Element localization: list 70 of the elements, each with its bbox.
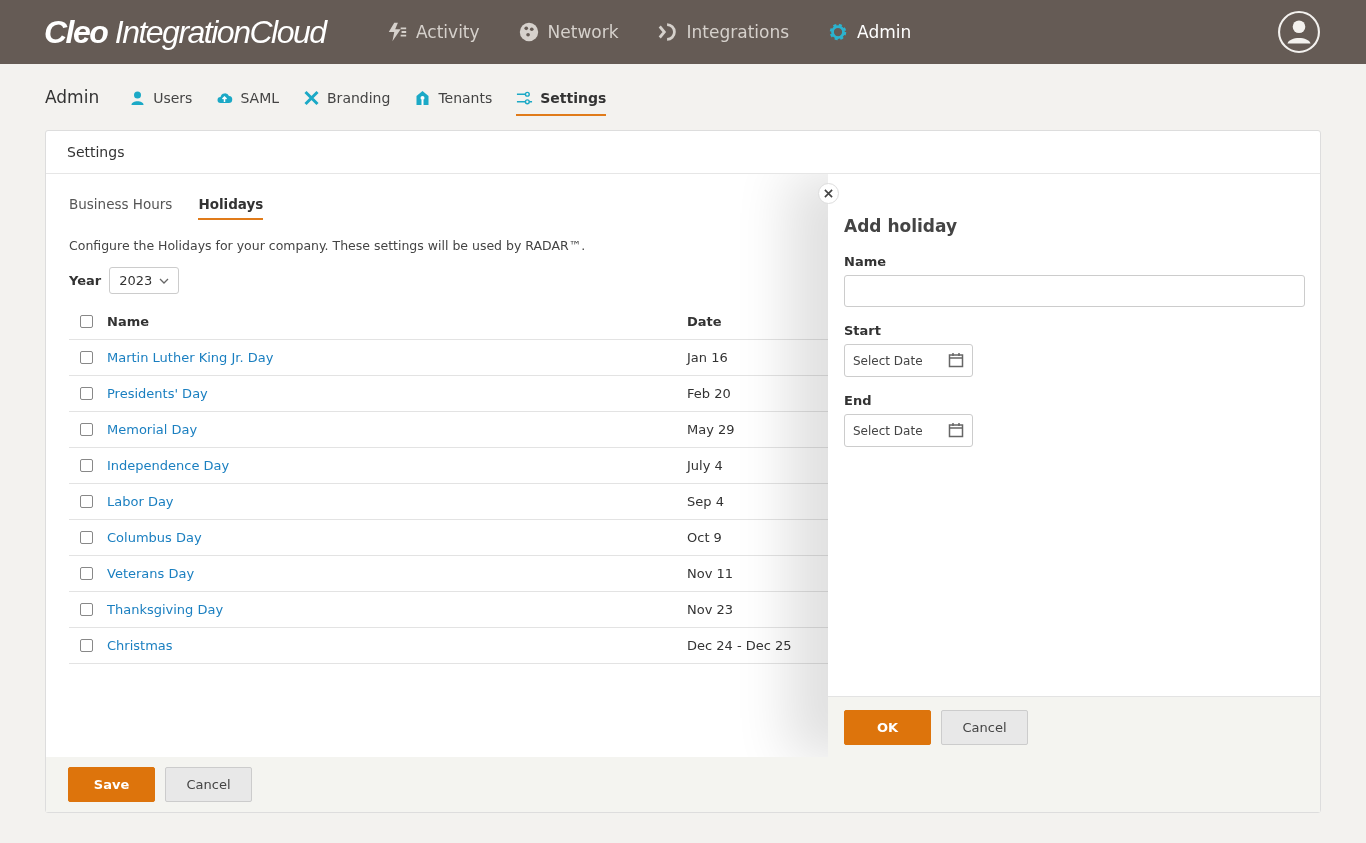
ok-button[interactable]: OK (844, 709, 931, 745)
holiday-link[interactable]: Columbus Day (107, 530, 202, 545)
year-label: Year (69, 273, 102, 288)
tab[interactable]: Business Hours (69, 188, 173, 220)
date-cell: Jan 16 (687, 350, 728, 365)
start-date-field[interactable]: Select Date (844, 344, 973, 377)
sliders-icon (516, 90, 534, 106)
panel-title: Add holiday (844, 216, 959, 236)
field-label: Name (844, 254, 887, 269)
chevron-loop-icon (656, 21, 679, 43)
section-title: Admin (45, 87, 100, 107)
row-checkbox[interactable] (80, 639, 93, 652)
calendar-icon (948, 422, 964, 438)
end-date-field[interactable]: Select Date (844, 414, 973, 447)
avatar-icon[interactable] (1278, 11, 1320, 53)
row-checkbox[interactable] (80, 531, 93, 544)
holiday-link[interactable]: Thanksgiving Day (107, 602, 224, 617)
nav-link[interactable]: Integrations (656, 21, 790, 43)
name-input[interactable] (844, 275, 1305, 307)
row-checkbox[interactable] (80, 351, 93, 364)
date-cell: Nov 11 (687, 566, 734, 581)
date-cell: Sep 4 (687, 494, 724, 509)
bolt-list-icon (386, 21, 408, 43)
cancel-button[interactable]: Cancel (941, 709, 1028, 745)
cancel-button[interactable]: Cancel (165, 767, 252, 802)
column-header: Date (687, 314, 722, 329)
row-checkbox[interactable] (80, 459, 93, 472)
date-cell: Nov 23 (687, 602, 734, 617)
date-cell: July 4 (687, 458, 723, 473)
description-text: Configure the Holidays for your company. These settings will be used by RADAR™. (69, 238, 587, 253)
subnav-tab[interactable]: SAML (216, 82, 279, 116)
holiday-link[interactable]: Memorial Day (107, 422, 198, 437)
year-dropdown[interactable]: 2023 (109, 267, 180, 294)
close-button[interactable] (818, 183, 839, 204)
subnav-tab[interactable]: Branding (303, 82, 391, 116)
logo: Cleo IntegrationCloud (44, 13, 329, 51)
subnav-tab[interactable]: Users (129, 82, 193, 116)
row-checkbox[interactable] (80, 567, 93, 580)
tab[interactable]: Holidays (198, 188, 264, 220)
caret-icon (159, 277, 170, 284)
holiday-link[interactable]: Veterans Day (107, 566, 195, 581)
date-cell: Oct 9 (687, 530, 722, 545)
nav-link[interactable]: Network (517, 21, 619, 43)
holiday-link[interactable]: Christmas (107, 638, 173, 653)
field-label: Start (844, 323, 882, 338)
date-cell: May 29 (687, 422, 735, 437)
field-label: End (844, 393, 873, 408)
holiday-link[interactable]: Independence Day (107, 458, 230, 473)
holiday-link[interactable]: Martin Luther King Jr. Day (107, 350, 274, 365)
subnav-tab[interactable]: Settings (516, 82, 607, 116)
row-checkbox[interactable] (80, 495, 93, 508)
cloud-upload-icon (216, 90, 234, 106)
card-title: Settings (67, 144, 125, 160)
select-all-checkbox[interactable] (80, 315, 93, 328)
close-icon (824, 189, 833, 198)
building-icon (414, 90, 432, 106)
date-cell: Feb 20 (687, 386, 731, 401)
row-checkbox[interactable] (80, 423, 93, 436)
holiday-link[interactable]: Presidents' Day (107, 386, 208, 401)
save-button[interactable]: Save (68, 767, 155, 802)
column-header: Name (107, 314, 150, 329)
nav-link[interactable]: Activity (386, 21, 480, 43)
row-checkbox[interactable] (80, 387, 93, 400)
subnav-tab[interactable]: Tenants (414, 82, 493, 116)
network-icon (517, 21, 540, 43)
date-cell: Dec 24 - Dec 25 (687, 638, 792, 653)
holiday-link[interactable]: Labor Day (107, 494, 174, 509)
nav-link[interactable]: Admin (827, 21, 912, 43)
calendar-icon (948, 352, 964, 368)
row-checkbox[interactable] (80, 603, 93, 616)
